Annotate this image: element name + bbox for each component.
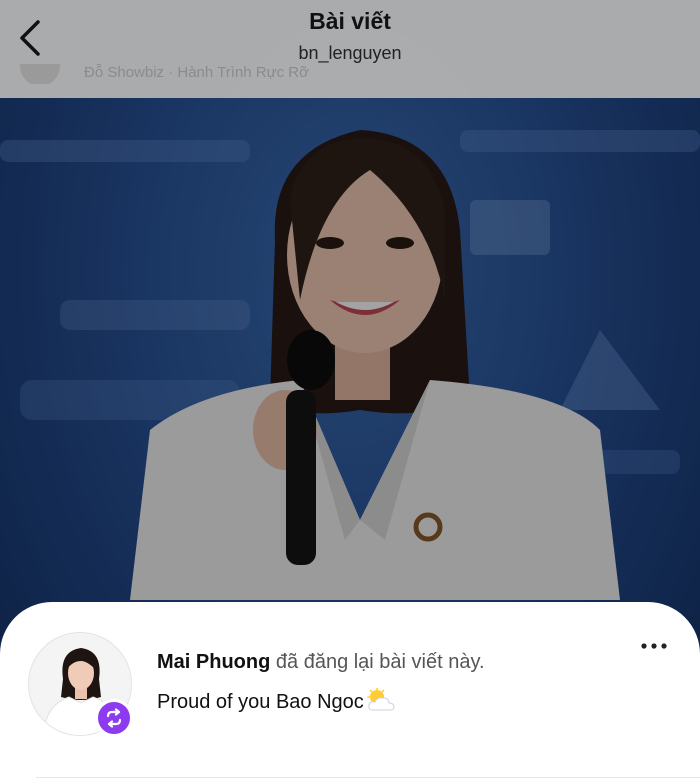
more-options-button[interactable] bbox=[636, 636, 672, 656]
page-subtitle-username[interactable]: bn_lenguyen bbox=[0, 43, 700, 64]
author-avatar bbox=[20, 64, 60, 84]
repost-badge bbox=[95, 699, 133, 737]
repost-header-line: Mai Phuong đã đăng lại bài viết này. bbox=[157, 651, 485, 674]
repost-message: Proud of you Bao Ngoc bbox=[157, 691, 364, 713]
repost-action-text: đã đăng lại bài viết này. bbox=[275, 651, 485, 673]
divider bbox=[36, 777, 700, 778]
repost-icon bbox=[106, 708, 122, 728]
post-author-row-behind: Đỗ Showbiz · Hành Trình Rực Rỡ bbox=[0, 64, 700, 84]
page-title: Bài viết bbox=[309, 8, 391, 34]
ellipsis-icon bbox=[641, 643, 667, 649]
reposter-name[interactable]: Mai Phuong bbox=[157, 651, 270, 673]
repost-card: Mai Phuong đã đăng lại bài viết này. Pro… bbox=[0, 602, 700, 779]
sun-behind-cloud-icon bbox=[366, 687, 396, 718]
repost-message-line: Proud of you Bao Ngoc bbox=[157, 687, 396, 718]
author-text: Đỗ Showbiz · Hành Trình Rực Rỡ bbox=[84, 64, 309, 81]
top-header: Đỗ Showbiz · Hành Trình Rực Rỡ Bài viết … bbox=[0, 0, 700, 98]
